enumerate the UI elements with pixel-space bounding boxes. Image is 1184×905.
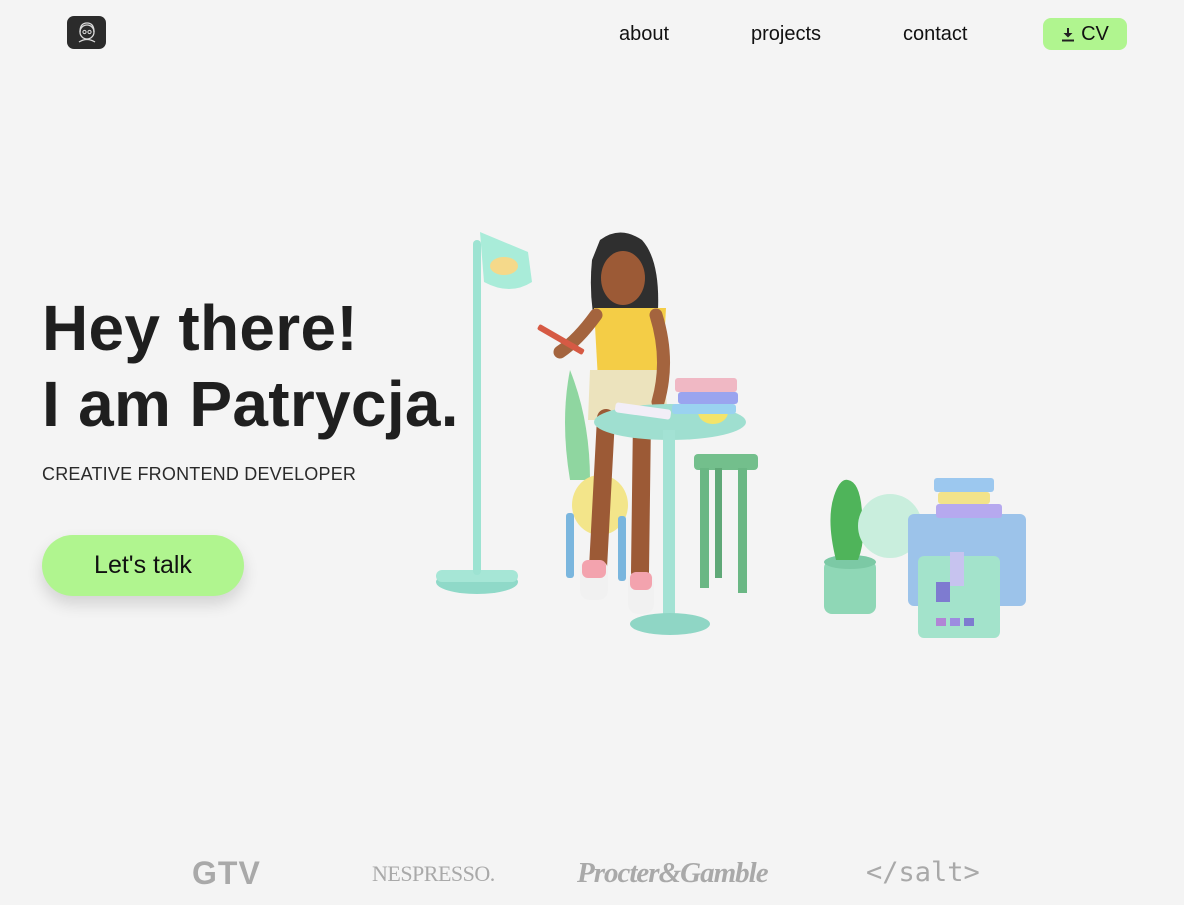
cv-button-label: CV xyxy=(1081,22,1109,45)
hero-illustration xyxy=(436,232,1026,638)
lets-talk-button[interactable]: Let's talk xyxy=(42,535,244,596)
brand-procter-gamble-logo: Procter&Gamble xyxy=(577,857,769,889)
brand-gtv-logo: GTV xyxy=(192,855,261,891)
hero-title-line1: Hey there! xyxy=(42,292,358,364)
hero-subtitle: CREATIVE FRONTEND DEVELOPER xyxy=(42,464,357,484)
floor-lamp-image xyxy=(436,232,532,594)
boxes-image xyxy=(908,478,1026,638)
hero-title-line2: I am Patrycja. xyxy=(42,368,459,440)
stool-image xyxy=(694,454,758,593)
download-cv-button[interactable]: CV xyxy=(1043,18,1127,50)
brand-salt-logo: </salt> xyxy=(866,857,980,888)
download-icon xyxy=(1062,27,1075,41)
top-nav: about projects contact CV xyxy=(0,18,1184,50)
nav-about-link[interactable]: about xyxy=(619,23,669,46)
nav-contact-link[interactable]: contact xyxy=(903,23,967,46)
hero-title: Hey there! I am Patrycja. xyxy=(42,290,459,442)
brand-nespresso-logo: NESPRESSO. xyxy=(372,861,495,886)
nav-projects-link[interactable]: projects xyxy=(751,23,821,46)
